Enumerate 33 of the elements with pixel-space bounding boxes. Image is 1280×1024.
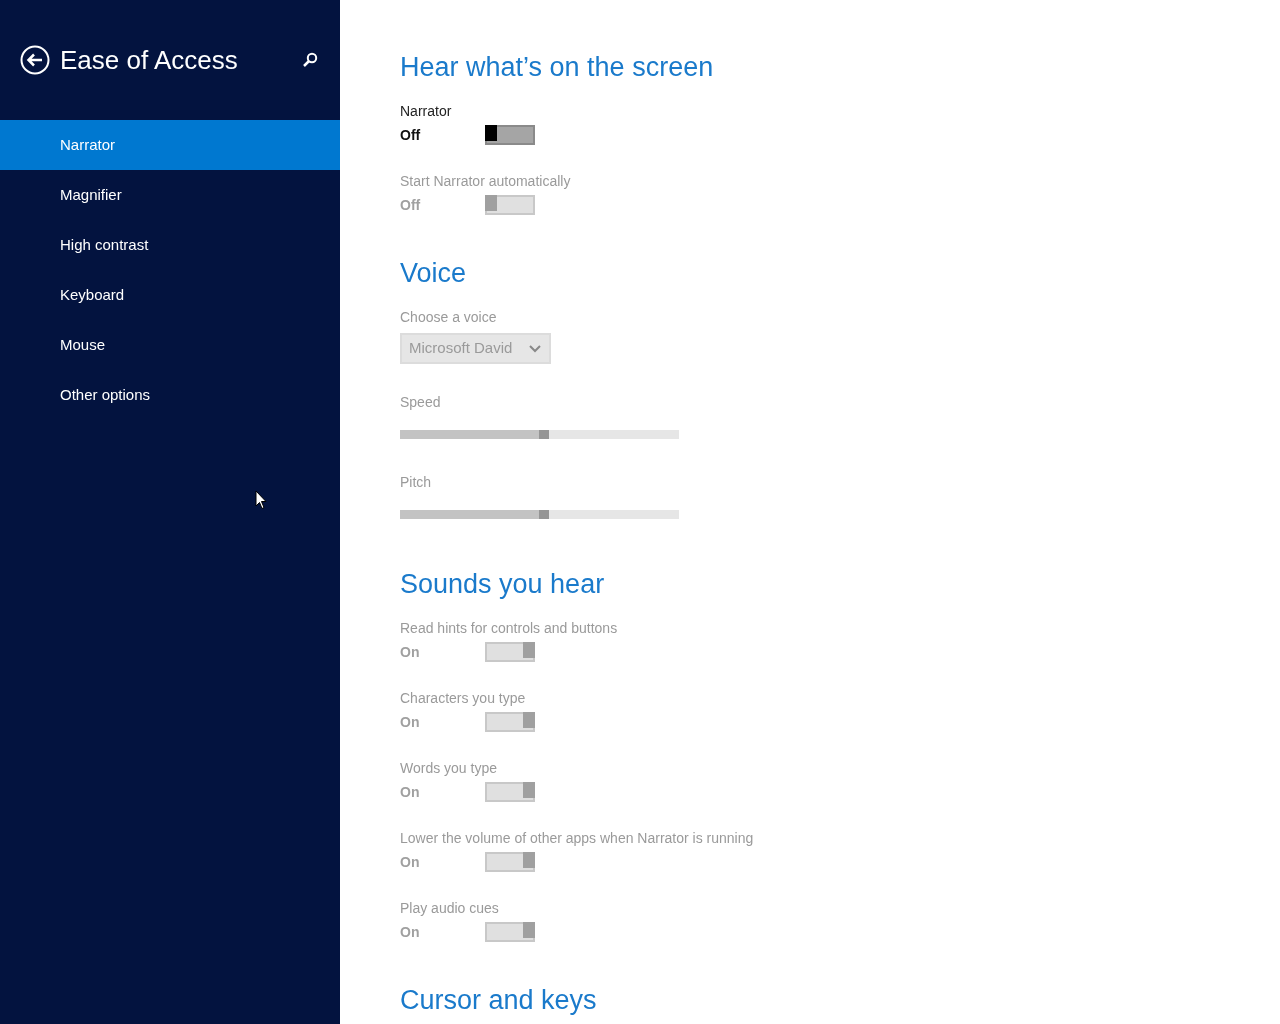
back-button[interactable] (20, 45, 50, 75)
sidebar-item[interactable]: Mouse (0, 320, 340, 370)
setting-label: Characters you type (400, 689, 526, 708)
chevron-down-icon (529, 344, 541, 353)
setting-label: Words you type (400, 759, 497, 778)
section-heading: Sounds you hear (400, 568, 605, 601)
section-heading: Hear what’s on the screen (400, 51, 714, 84)
section-heading: Cursor and keys (400, 984, 597, 1017)
toggle-state: On (400, 852, 421, 872)
search-icon[interactable] (302, 52, 318, 68)
sidebar-title: Ease of Access (60, 43, 238, 77)
toggle-state: On (400, 642, 421, 662)
mouse-pointer-icon (255, 490, 267, 510)
setting-label: Play audio cues (400, 899, 499, 918)
sidebar-item[interactable]: Keyboard (0, 270, 340, 320)
setting-label: Read hints for controls and buttons (400, 619, 618, 638)
toggle-switch[interactable] (485, 125, 535, 145)
toggle-state: Off (400, 125, 422, 145)
toggle-state: On (400, 922, 421, 942)
setting-label: Start Narrator automatically (400, 172, 571, 191)
setting-label: Pitch (400, 473, 432, 492)
section-heading: Voice (400, 257, 467, 290)
toggle-state: On (400, 712, 421, 732)
toggle-state: Off (400, 195, 422, 215)
setting-label: Lower the volume of other apps when Narrator is running (400, 829, 754, 848)
setting-label: Choose a voice (400, 308, 497, 327)
setting-label: Speed (400, 393, 441, 412)
sidebar-item[interactable]: Magnifier (0, 170, 340, 220)
setting-label: Narrator (400, 102, 452, 121)
sidebar-item[interactable]: Other options (0, 370, 340, 420)
toggle-state: On (400, 782, 421, 802)
sidebar-item[interactable]: Narrator (0, 120, 340, 170)
sidebar-item[interactable]: High contrast (0, 220, 340, 270)
